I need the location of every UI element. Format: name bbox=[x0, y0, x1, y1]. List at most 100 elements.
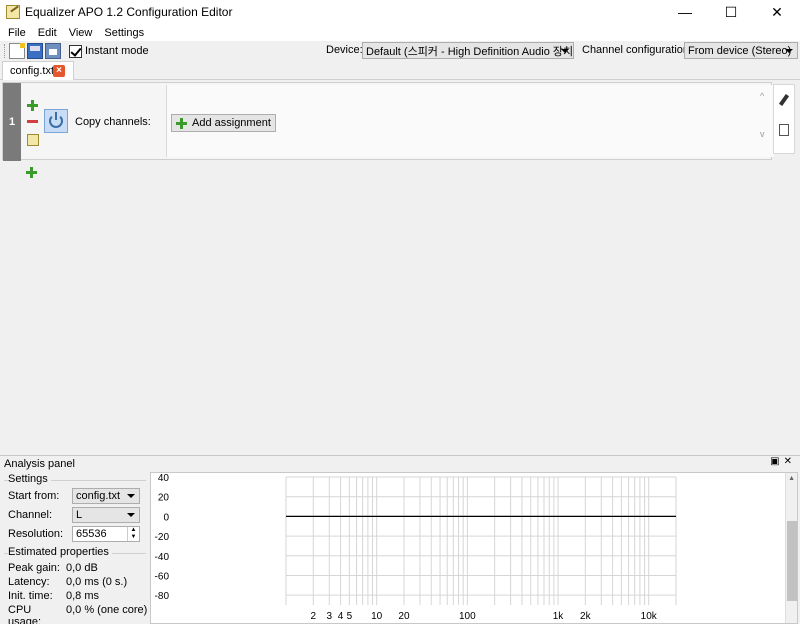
spin-arrows-icon[interactable]: ▲ ▼ bbox=[127, 527, 139, 541]
resolution-spinbox[interactable]: 65536 ▲ ▼ bbox=[72, 526, 140, 542]
start-from-select[interactable]: config.txt bbox=[72, 488, 140, 504]
device-select[interactable]: Default (스피커 - High Definition Audio 장치) bbox=[362, 42, 574, 59]
plus-icon bbox=[176, 118, 187, 129]
maximize-button[interactable]: ☐ bbox=[708, 0, 754, 24]
peak-gain-label: Peak gain: bbox=[8, 562, 60, 574]
peak-gain-row: Peak gain: 0,0 dB bbox=[8, 562, 98, 576]
y-tick-label: -60 bbox=[155, 571, 170, 582]
remove-filter-icon[interactable] bbox=[27, 120, 38, 123]
channel-select[interactable]: L bbox=[72, 507, 140, 523]
device-value: Default (스피커 - High Definition Audio 장치) bbox=[366, 45, 574, 58]
channel-config-value: From device (Stereo) bbox=[688, 44, 792, 57]
add-assignment-button[interactable]: Add assignment bbox=[171, 114, 276, 132]
close-button[interactable]: ✕ bbox=[754, 0, 800, 24]
frequency-response-graph[interactable]: 40 20 0 -20 -40 -60 -80 2 3 4 5 10 20 100 1k 2k 10k ▲ bbox=[150, 472, 798, 624]
edit-filter-icon[interactable] bbox=[27, 134, 39, 146]
menu-edit[interactable]: Edit bbox=[32, 27, 63, 39]
x-tick-label: 1k bbox=[553, 611, 565, 622]
init-time-row: Init. time: 0,8 ms bbox=[8, 590, 99, 604]
new-file-icon[interactable] bbox=[9, 43, 25, 59]
peak-gain-value: 0,0 dB bbox=[66, 562, 98, 574]
menu-view[interactable]: View bbox=[63, 27, 99, 39]
brush-icon bbox=[778, 93, 790, 107]
latency-value: 0,0 ms (0 s.) bbox=[66, 576, 128, 588]
window-controls: — ☐ ✕ bbox=[662, 0, 800, 24]
x-tick-label: 20 bbox=[398, 611, 410, 622]
scroll-down-icon[interactable]: v bbox=[760, 129, 770, 139]
app-icon bbox=[6, 5, 20, 19]
assignment-panel: Add assignment ^ v bbox=[166, 85, 774, 157]
assignment-scrollbar[interactable]: ^ v bbox=[760, 91, 770, 151]
cpu-usage-row: CPU usage: 0,0 % (one core) bbox=[8, 604, 148, 624]
scrollbar-thumb[interactable] bbox=[787, 521, 797, 601]
device-label: Device: bbox=[326, 44, 363, 56]
add-assignment-label: Add assignment bbox=[192, 117, 271, 129]
toolbar-grip[interactable] bbox=[4, 44, 7, 58]
chevron-down-icon bbox=[127, 494, 135, 498]
latency-label: Latency: bbox=[8, 576, 50, 588]
channel-value: L bbox=[76, 509, 83, 521]
brush-tool[interactable] bbox=[774, 85, 794, 115]
init-time-value: 0,8 ms bbox=[66, 590, 100, 602]
x-tick-label: 4 bbox=[338, 611, 344, 622]
init-time-label: Init. time: bbox=[8, 590, 53, 602]
side-tool-strip bbox=[773, 84, 795, 154]
y-tick-label: -40 bbox=[155, 552, 170, 563]
y-tick-label: 40 bbox=[158, 473, 170, 484]
filter-workspace: 1 Copy channels: Add assignment ^ v bbox=[0, 80, 800, 452]
open-file-icon[interactable] bbox=[27, 43, 43, 59]
row-number[interactable]: 1 bbox=[3, 83, 21, 161]
analysis-settings: Settings Start from: config.txt Channel:… bbox=[0, 472, 148, 624]
toolbar: Instant mode Device: Default (스피커 - High… bbox=[0, 41, 800, 61]
analysis-panel: Analysis panel ▣✕ Settings Start from: c… bbox=[0, 455, 800, 624]
resolution-label: Resolution: bbox=[8, 528, 64, 540]
panel-float-close-buttons[interactable]: ▣✕ bbox=[770, 456, 796, 467]
scroll-up-icon[interactable]: ^ bbox=[760, 91, 770, 101]
settings-group-title: Settings bbox=[8, 473, 51, 485]
add-filter-below-icon[interactable] bbox=[26, 167, 37, 178]
x-tick-label: 2 bbox=[311, 611, 317, 622]
tab-close-icon[interactable]: × bbox=[53, 65, 65, 77]
latency-row: Latency: 0,0 ms (0 s.) bbox=[8, 576, 127, 590]
menu-bar: File Edit View Settings bbox=[0, 24, 800, 42]
y-tick-label: 20 bbox=[158, 493, 170, 504]
instant-mode-label[interactable]: Instant mode bbox=[85, 45, 149, 57]
filter-row: 1 Copy channels: Add assignment ^ v bbox=[2, 82, 774, 161]
x-tick-label: 5 bbox=[347, 611, 353, 622]
analysis-panel-title: Analysis panel bbox=[4, 457, 75, 470]
estimated-group-title: Estimated properties bbox=[8, 546, 112, 558]
save-file-icon[interactable] bbox=[45, 43, 61, 59]
tab-label: config.txt bbox=[10, 65, 55, 77]
x-tick-label: 2k bbox=[580, 611, 592, 622]
tab-bar: config.txt × bbox=[0, 61, 800, 80]
graph-vertical-scrollbar[interactable]: ▲ bbox=[785, 473, 797, 623]
chevron-down-icon bbox=[785, 49, 793, 53]
power-toggle-button[interactable] bbox=[44, 109, 68, 133]
add-filter-above-icon[interactable] bbox=[27, 100, 38, 111]
tab-config-txt[interactable]: config.txt × bbox=[2, 61, 74, 80]
y-tick-label: -20 bbox=[155, 532, 170, 543]
window-title: Equalizer APO 1.2 Configuration Editor bbox=[25, 5, 233, 19]
channel-label: Channel: bbox=[8, 509, 53, 521]
resolution-row: Resolution: bbox=[8, 525, 72, 543]
frequency-response-chart: 40 20 0 -20 -40 -60 -80 2 3 4 5 10 20 100 1k 2k 10k bbox=[155, 473, 677, 622]
x-tick-label: 100 bbox=[459, 611, 476, 622]
start-from-row: Start from: bbox=[8, 487, 72, 505]
start-from-label: Start from: bbox=[8, 490, 60, 502]
notes-tool[interactable] bbox=[774, 115, 794, 145]
channel-config-select[interactable]: From device (Stereo) bbox=[684, 42, 798, 59]
document-icon bbox=[779, 124, 789, 136]
analysis-panel-header: Analysis panel ▣✕ bbox=[0, 456, 800, 471]
cpu-usage-value: 0,0 % (one core) bbox=[66, 604, 148, 616]
title-bar: Equalizer APO 1.2 Configuration Editor —… bbox=[0, 0, 800, 24]
start-from-value: config.txt bbox=[76, 490, 121, 502]
x-tick-label: 10 bbox=[371, 611, 383, 622]
instant-mode-checkbox[interactable] bbox=[69, 44, 82, 58]
x-tick-label: 3 bbox=[326, 611, 332, 622]
power-icon bbox=[49, 112, 63, 128]
resolution-value: 65536 bbox=[76, 528, 107, 540]
menu-settings[interactable]: Settings bbox=[98, 27, 150, 39]
scroll-up-icon[interactable]: ▲ bbox=[788, 475, 795, 482]
minimize-button[interactable]: — bbox=[662, 0, 708, 24]
menu-file[interactable]: File bbox=[2, 27, 32, 39]
